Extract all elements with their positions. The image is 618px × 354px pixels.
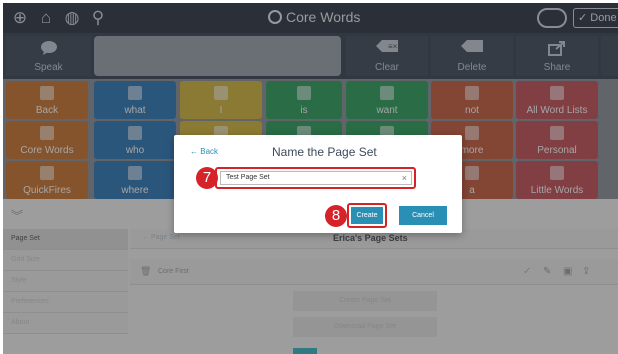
step-8-badge: 8 bbox=[325, 205, 347, 227]
app-window: ⊕ ⌂ ◍ ⚲ Core Words ✓ Done Speak ≡× Clear… bbox=[3, 3, 618, 354]
clear-input-icon[interactable]: × bbox=[402, 172, 407, 184]
page-set-name-input[interactable]: Test Page Set × bbox=[220, 171, 412, 185]
name-page-set-dialog: ← Back Name the Page Set Test Page Set ×… bbox=[174, 135, 462, 233]
dialog-back-button[interactable]: ← Back bbox=[190, 147, 218, 156]
create-button[interactable]: Create bbox=[351, 207, 383, 224]
dialog-title: Name the Page Set bbox=[272, 145, 377, 159]
cancel-button[interactable]: Cancel bbox=[399, 206, 447, 225]
step-7-badge: 7 bbox=[196, 167, 218, 189]
